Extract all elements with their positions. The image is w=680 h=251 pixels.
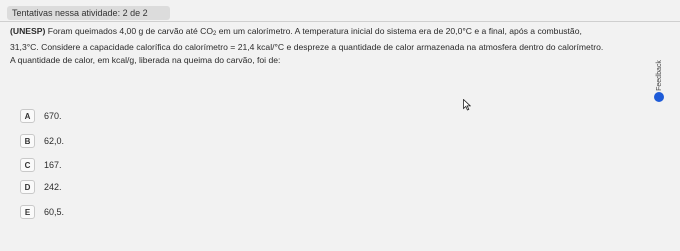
feedback-icon[interactable] bbox=[654, 92, 664, 102]
feedback-label[interactable]: Feedback bbox=[656, 60, 663, 91]
question-line-1: (UNESP) Foram queimados 4,00 g de carvão… bbox=[10, 25, 650, 41]
option-a-letter[interactable]: A bbox=[20, 109, 35, 123]
attempts-badge: Tentativas nessa atividade: 2 de 2 bbox=[7, 6, 170, 20]
option-c-text: 167. bbox=[44, 160, 62, 170]
question-line-1-b: em um calorímetro. A temperatura inicial… bbox=[216, 26, 582, 36]
option-b-text: 62,0. bbox=[44, 136, 65, 146]
option-d-text: 242. bbox=[44, 182, 62, 192]
option-e-letter[interactable]: E bbox=[20, 205, 35, 219]
question-line-3: A quantidade de calor, em kcal/g, libera… bbox=[10, 55, 281, 65]
question-text: (UNESP) Foram queimados 4,00 g de carvão… bbox=[10, 25, 650, 67]
header-divider bbox=[0, 21, 680, 22]
option-c[interactable]: C 167. bbox=[20, 158, 62, 172]
option-d[interactable]: D 242. bbox=[20, 180, 62, 194]
question-line-2: 31,3°C. Considere a capacidade calorífic… bbox=[10, 42, 604, 52]
option-e-text: 60,5. bbox=[44, 207, 65, 217]
feedback-tab[interactable]: Feedback bbox=[652, 60, 666, 91]
mouse-cursor-icon bbox=[463, 99, 471, 111]
option-b-letter[interactable]: B bbox=[20, 134, 35, 148]
option-a[interactable]: A 670. bbox=[20, 109, 62, 123]
question-line-1-a: Foram queimados 4,00 g de carvão até CO bbox=[45, 26, 214, 36]
question-source: (UNESP) bbox=[10, 26, 46, 36]
option-c-letter[interactable]: C bbox=[20, 158, 35, 172]
option-b[interactable]: B 62,0. bbox=[20, 134, 64, 148]
option-a-text: 670. bbox=[44, 111, 62, 121]
option-d-letter[interactable]: D bbox=[20, 180, 35, 194]
option-e[interactable]: E 60,5. bbox=[20, 205, 64, 219]
